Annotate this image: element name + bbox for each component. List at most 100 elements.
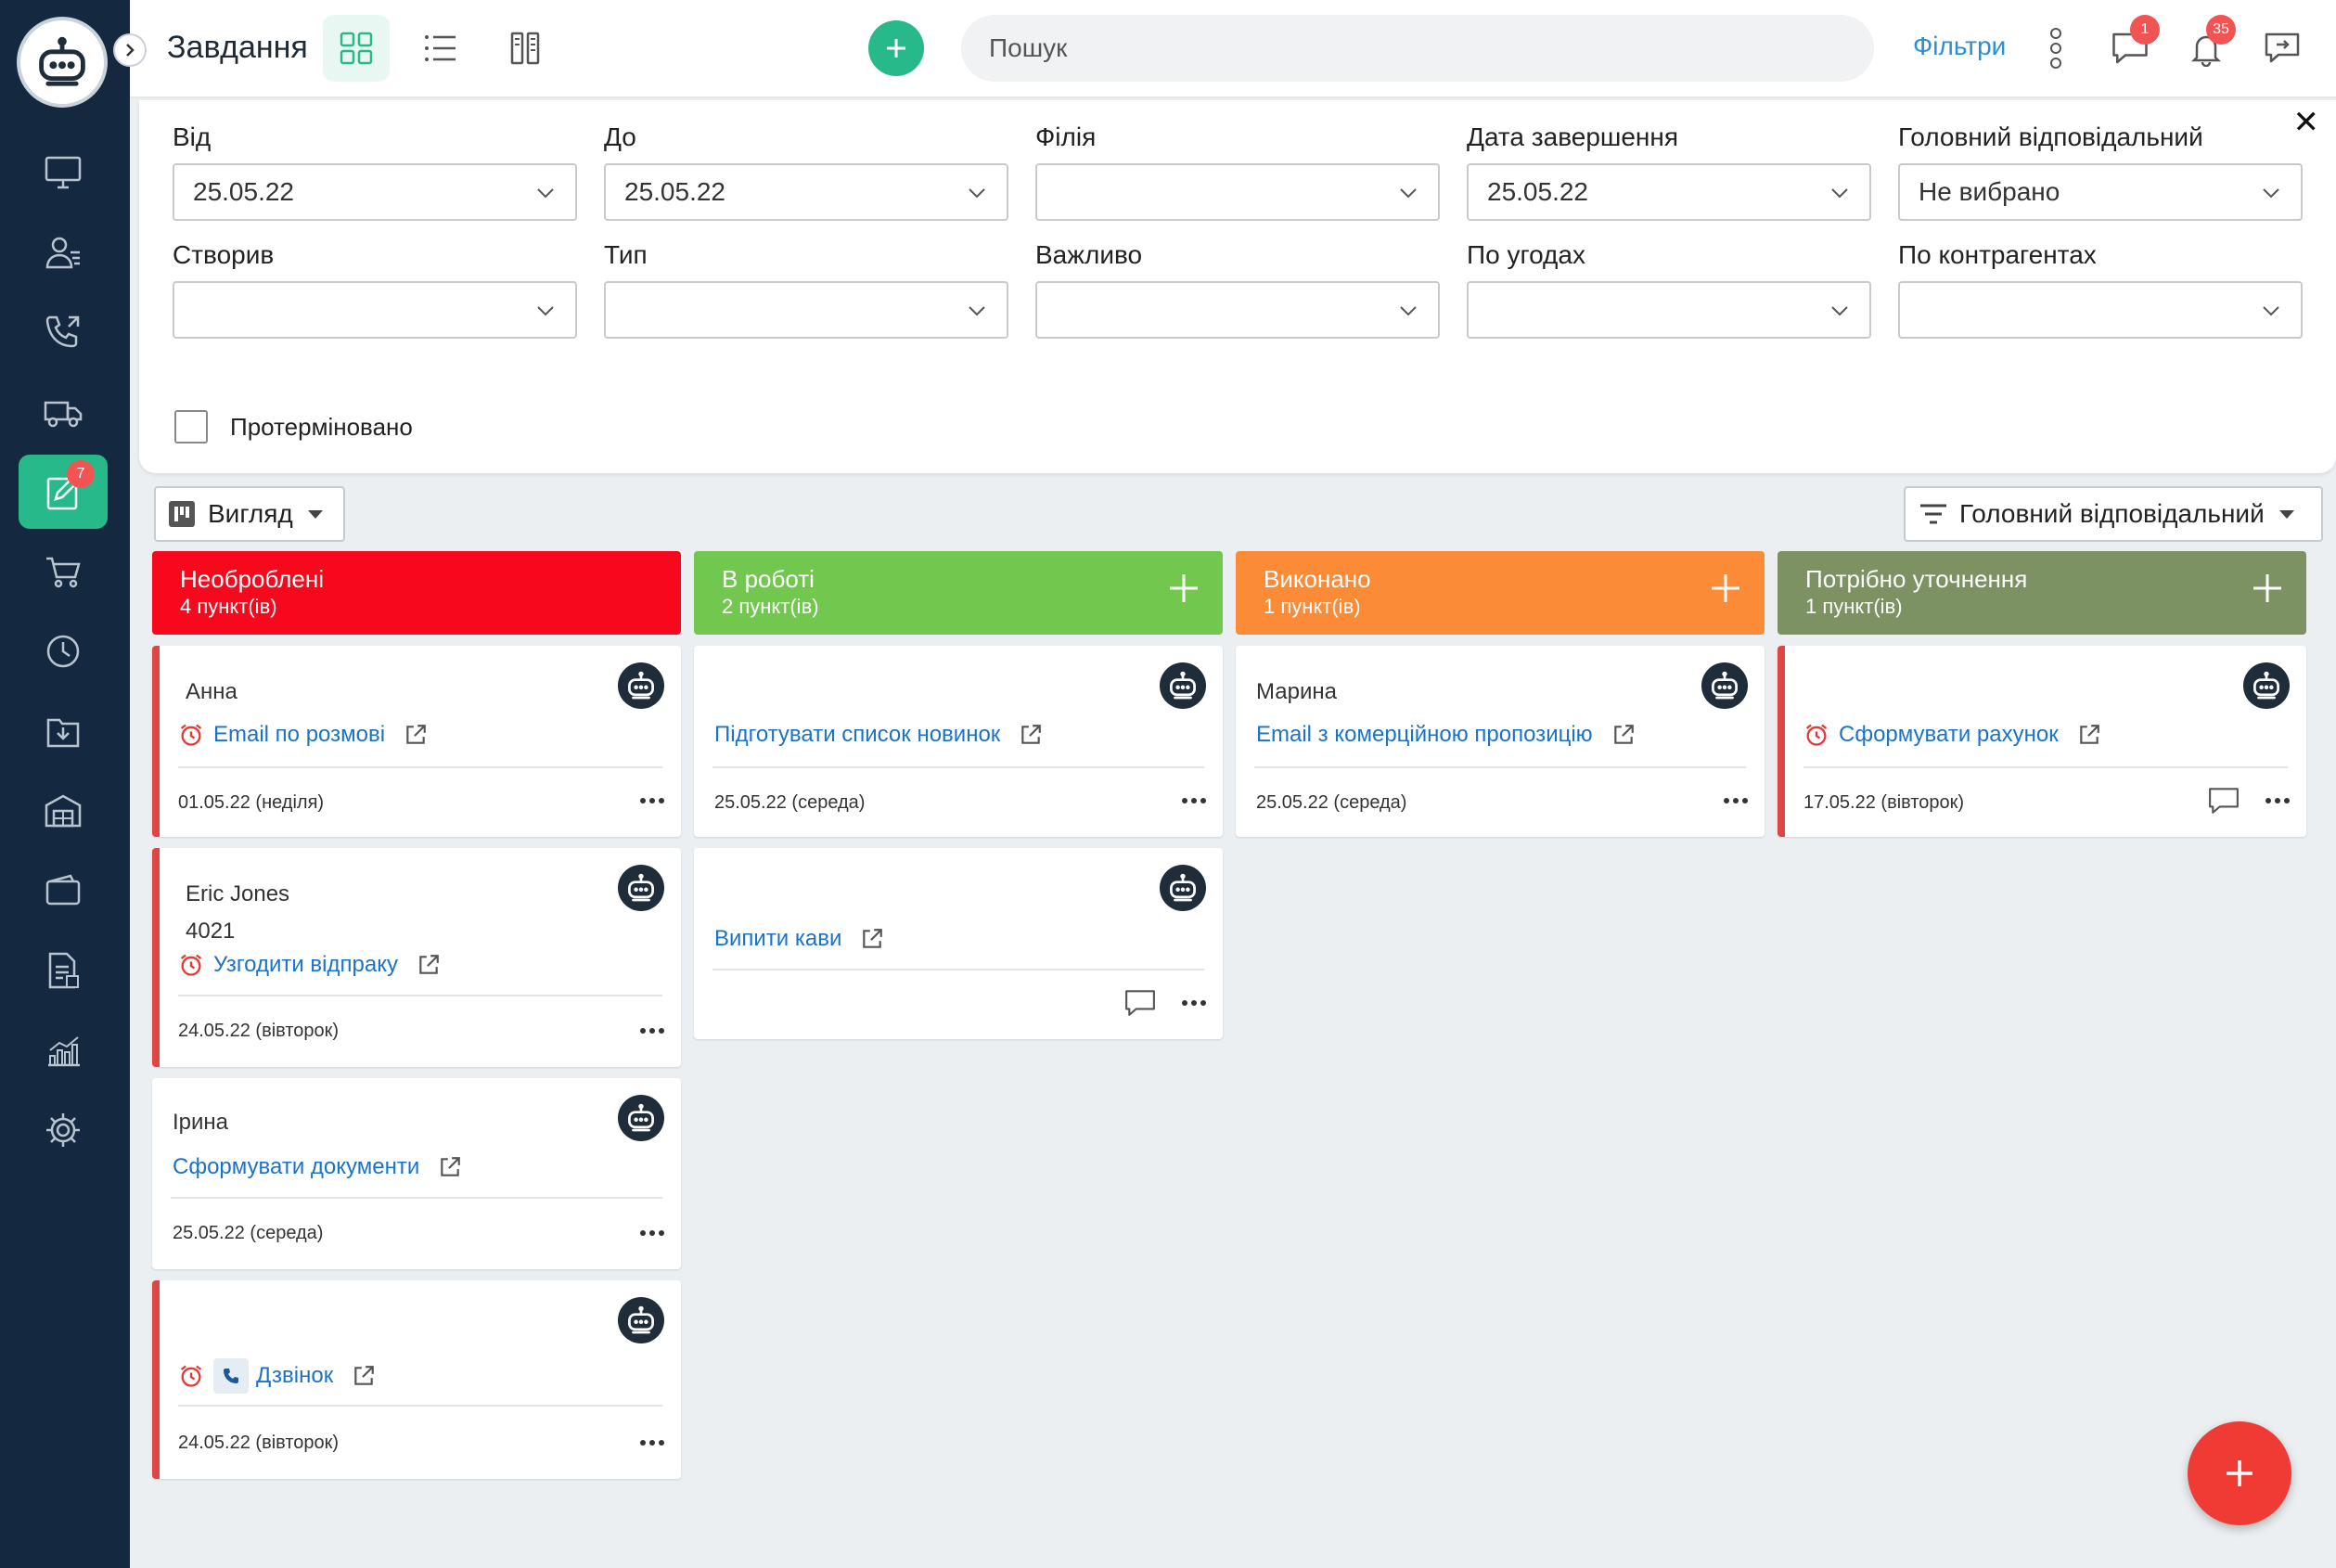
more-dots-icon[interactable] bbox=[640, 1028, 664, 1034]
external-link-icon[interactable] bbox=[404, 723, 428, 747]
filter-main-responsible-value: Не вибрано bbox=[1919, 177, 2060, 206]
chat-badge: 1 bbox=[2130, 15, 2160, 45]
task-title-link[interactable]: Email по розмові bbox=[213, 722, 385, 748]
task-card[interactable]: Eric Jones 4021 Узгодити відпраку 24.05.… bbox=[152, 848, 681, 1067]
feedback-button[interactable] bbox=[2254, 20, 2310, 76]
alarm-icon bbox=[178, 722, 204, 748]
filter-branch-select[interactable] bbox=[1035, 163, 1440, 221]
sidebar-item-delivery[interactable] bbox=[19, 375, 108, 449]
tasks-badge: 7 bbox=[67, 460, 95, 488]
sidebar-item-history[interactable] bbox=[19, 614, 108, 688]
task-title-link[interactable]: Email з комерційною пропозицію bbox=[1256, 722, 1593, 748]
task-card[interactable]: Сформувати рахунок 17.05.22 (вівторок) bbox=[1778, 646, 2306, 837]
task-title-link[interactable]: Випити кави bbox=[714, 926, 841, 952]
sidebar-item-tasks[interactable]: 7 bbox=[19, 455, 108, 529]
kanban-view-button[interactable] bbox=[323, 15, 390, 82]
notifications-button[interactable]: 35 bbox=[2178, 15, 2236, 76]
search-input[interactable] bbox=[961, 15, 1874, 82]
task-card[interactable]: Ірина Сформувати документи 25.05.22 (сер… bbox=[152, 1078, 681, 1269]
list-view-button[interactable] bbox=[406, 15, 473, 82]
sidebar-item-orders[interactable] bbox=[19, 534, 108, 609]
sidebar-item-warehouse[interactable] bbox=[19, 774, 108, 848]
plus-icon bbox=[887, 39, 905, 58]
filter-created-select[interactable] bbox=[173, 281, 577, 339]
filter-end-date-label: Дата завершення bbox=[1467, 122, 1679, 151]
columns-icon bbox=[510, 32, 540, 65]
more-options-button[interactable] bbox=[2028, 20, 2084, 76]
sidebar-expand-button[interactable] bbox=[113, 33, 147, 67]
filter-main-responsible-select[interactable]: Не вибрано bbox=[1898, 163, 2303, 221]
external-link-icon[interactable] bbox=[1019, 723, 1043, 747]
external-link-icon[interactable] bbox=[417, 953, 441, 977]
sidebar-item-finance[interactable] bbox=[19, 854, 108, 928]
chat-button[interactable]: 1 bbox=[2102, 15, 2160, 76]
more-dots-icon[interactable] bbox=[1182, 1000, 1206, 1006]
more-dots-icon[interactable] bbox=[640, 1440, 664, 1446]
divider bbox=[178, 995, 662, 996]
task-title-link[interactable]: Дзвінок bbox=[256, 1363, 333, 1389]
column-name: В роботі bbox=[722, 565, 815, 593]
group-by-dropdown[interactable]: Головний відповідальний bbox=[1904, 486, 2323, 542]
sidebar-item-settings[interactable] bbox=[19, 1093, 108, 1167]
filter-deals-select[interactable] bbox=[1467, 281, 1871, 339]
caret-down-icon bbox=[2278, 509, 2294, 519]
external-link-icon[interactable] bbox=[1611, 723, 1636, 747]
task-card[interactable]: Анна Email по розмові 01.05.22 (неділя) bbox=[152, 646, 681, 837]
task-contact: Ірина bbox=[173, 1110, 229, 1135]
chart-icon bbox=[48, 1036, 80, 1067]
more-dots-icon[interactable] bbox=[640, 1230, 664, 1236]
external-link-icon[interactable] bbox=[2077, 723, 2101, 747]
task-date: 01.05.22 (неділя) bbox=[178, 792, 325, 813]
sidebar-item-documents[interactable] bbox=[19, 933, 108, 1008]
more-dots-icon[interactable] bbox=[2265, 798, 2290, 803]
sidebar-item-calls[interactable] bbox=[19, 295, 108, 369]
sidebar-item-import[interactable] bbox=[19, 694, 108, 768]
task-title-link[interactable]: Узгодити відпраку bbox=[213, 952, 398, 978]
overdue-checkbox[interactable] bbox=[174, 410, 208, 443]
filter-important-label: Важливо bbox=[1035, 240, 1143, 269]
add-task-button[interactable] bbox=[868, 20, 924, 76]
external-link-icon[interactable] bbox=[352, 1364, 376, 1388]
task-card[interactable]: Підготувати список новинок 25.05.22 (сер… bbox=[694, 646, 1223, 837]
filter-contractors-select[interactable] bbox=[1898, 281, 2303, 339]
task-title-row: Узгодити відпраку bbox=[178, 952, 441, 978]
comment-icon[interactable] bbox=[2208, 787, 2240, 815]
add-to-column-icon[interactable] bbox=[2251, 572, 2284, 605]
task-title-row: Сформувати документи bbox=[173, 1154, 462, 1180]
task-title-link[interactable]: Підготувати список новинок bbox=[714, 722, 1000, 748]
filter-from-select[interactable]: 25.05.22 bbox=[173, 163, 577, 221]
add-to-column-icon[interactable] bbox=[1709, 572, 1742, 605]
column-name: Необроблені bbox=[180, 565, 324, 593]
filters-link[interactable]: Фільтри bbox=[1913, 32, 2006, 61]
filter-important-select[interactable] bbox=[1035, 281, 1440, 339]
sidebar-item-dashboard[interactable] bbox=[19, 135, 108, 210]
external-link-icon[interactable] bbox=[438, 1155, 462, 1179]
more-dots-icon[interactable] bbox=[640, 798, 664, 803]
columns-view-button[interactable] bbox=[492, 15, 558, 82]
logo[interactable] bbox=[17, 17, 108, 108]
task-card[interactable]: Марина Email з комерційною пропозицію 25… bbox=[1236, 646, 1765, 837]
filter-contractors: По контрагентах bbox=[1898, 240, 2303, 339]
filter-type-select[interactable] bbox=[604, 281, 1008, 339]
view-dropdown[interactable]: Вигляд bbox=[154, 486, 345, 542]
task-card[interactable]: Дзвінок 24.05.22 (вівторок) bbox=[152, 1280, 681, 1479]
more-dots-icon[interactable] bbox=[1724, 798, 1748, 803]
sidebar-item-contacts[interactable] bbox=[19, 215, 108, 289]
task-card[interactable]: Випити кави bbox=[694, 848, 1223, 1039]
external-link-icon[interactable] bbox=[860, 927, 884, 951]
floating-add-button[interactable] bbox=[2188, 1421, 2291, 1525]
add-to-column-icon[interactable] bbox=[1167, 572, 1200, 605]
task-title-link[interactable]: Сформувати рахунок bbox=[1839, 722, 2059, 748]
sidebar-item-reports[interactable] bbox=[19, 1013, 108, 1087]
more-dots-icon[interactable] bbox=[1182, 798, 1206, 803]
filter-to-select[interactable]: 25.05.22 bbox=[604, 163, 1008, 221]
comment-icon[interactable] bbox=[1124, 989, 1156, 1017]
filter-end-date-select[interactable]: 25.05.22 bbox=[1467, 163, 1871, 221]
column-count: 2 пункт(ів) bbox=[722, 595, 819, 618]
task-title-link[interactable]: Сформувати документи bbox=[173, 1154, 419, 1180]
document-icon bbox=[48, 952, 79, 989]
cart-icon bbox=[46, 557, 81, 588]
column-count: 4 пункт(ів) bbox=[180, 595, 277, 618]
truck-icon bbox=[44, 401, 83, 428]
phone-icon bbox=[213, 1358, 249, 1394]
